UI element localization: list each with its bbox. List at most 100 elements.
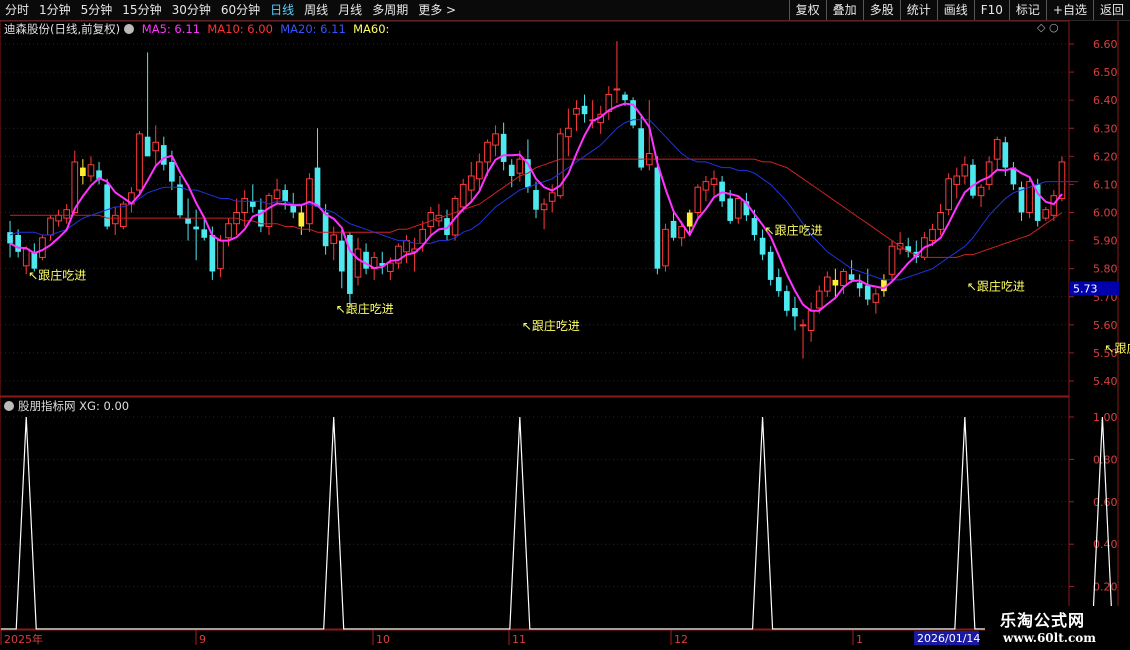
candle-body-up xyxy=(217,240,224,270)
candle-body-up xyxy=(119,203,127,228)
candle-body-up xyxy=(39,237,46,258)
brand-name: 乐淘公式网 xyxy=(1000,611,1086,630)
candle-body xyxy=(767,251,774,280)
candle-body xyxy=(282,190,288,202)
candle-body-up xyxy=(945,178,953,211)
candle-body xyxy=(160,145,167,165)
date-label: 9 xyxy=(199,633,206,646)
candle-body-up xyxy=(55,214,62,222)
candle-body xyxy=(322,212,329,247)
price-tick-label: 6.50 xyxy=(1093,66,1118,79)
signal-label: ↖跟庄吃进 xyxy=(336,301,394,316)
candle-body-up xyxy=(459,183,467,208)
candle-body-up xyxy=(961,164,969,177)
candle-body-up xyxy=(702,181,710,191)
candle-body-up xyxy=(136,133,143,191)
candle-body-up xyxy=(937,212,944,230)
candle-body-up xyxy=(492,133,499,146)
candle-body xyxy=(201,229,208,238)
candle-body xyxy=(249,201,256,207)
date-label: 11 xyxy=(512,633,526,646)
candle-body xyxy=(533,190,539,210)
indicator-tick-label: 0.60 xyxy=(1093,496,1118,509)
candle-body-up xyxy=(22,248,30,267)
candle-body-up xyxy=(1050,195,1058,216)
candle-body-up xyxy=(888,245,896,275)
candle-body xyxy=(80,167,86,176)
candle-body xyxy=(970,164,976,196)
candle-body xyxy=(298,212,305,227)
candle-body xyxy=(638,128,645,168)
candle-body xyxy=(185,218,191,224)
candle-body-up xyxy=(985,161,993,185)
candle-body-up xyxy=(516,158,524,174)
brand-url: www.60lt.com xyxy=(1003,631,1096,645)
candle-body xyxy=(759,237,766,255)
candle-body xyxy=(104,184,110,227)
candle-body-up xyxy=(330,234,338,244)
current-price-label: 5.73 xyxy=(1073,282,1098,295)
candle-body-up xyxy=(872,293,880,303)
candle-body-up xyxy=(953,175,961,185)
candle-body xyxy=(670,220,677,238)
candle-body-up xyxy=(734,197,742,219)
candle-body-up xyxy=(573,108,580,115)
candle-body-up xyxy=(710,178,718,185)
candle-body xyxy=(848,274,855,280)
candle-body-up xyxy=(823,276,831,292)
candle-body-up xyxy=(540,203,548,211)
candle-body-up xyxy=(694,186,702,214)
candle-body-up xyxy=(565,127,572,138)
candle-body xyxy=(500,133,507,162)
signal-label: ↖跟庄吃进 xyxy=(522,318,580,333)
candle-body-up xyxy=(613,88,621,91)
candle-body xyxy=(864,285,871,300)
price-tick-label: 5.90 xyxy=(1093,235,1118,248)
candle-body xyxy=(31,251,38,269)
indicator-tick-label: 0.20 xyxy=(1093,581,1118,594)
candle-body-up xyxy=(1042,209,1050,219)
candle-body xyxy=(15,234,21,252)
candle-body xyxy=(654,167,661,269)
indicator-tick-label: 1.00 xyxy=(1093,411,1118,424)
candle-body-up xyxy=(273,189,281,199)
candle-body xyxy=(314,167,321,207)
candle-body-up xyxy=(387,262,394,272)
candle-body xyxy=(581,105,588,115)
candle-body xyxy=(622,94,628,101)
candle-body xyxy=(209,234,216,272)
price-tick-label: 6.20 xyxy=(1093,150,1118,163)
candle-body-up xyxy=(47,217,54,236)
candle-body-up xyxy=(419,228,427,244)
candle-body xyxy=(832,279,839,286)
candle-body-up xyxy=(87,164,95,177)
current-date-label: 2026/01/14 xyxy=(917,632,980,645)
candle-body-up xyxy=(476,161,483,180)
candle-body xyxy=(775,277,782,292)
candle-body-up xyxy=(427,212,435,228)
candle-body-up xyxy=(678,226,685,239)
candle-body xyxy=(144,136,151,157)
signal-label: ↖跟庄吃进 xyxy=(765,223,823,238)
price-tick-label: 6.60 xyxy=(1093,38,1118,51)
candle-body-up xyxy=(467,175,475,191)
candle-body-up xyxy=(807,310,815,331)
candle-body-up xyxy=(111,214,119,225)
candle-body-up xyxy=(1058,161,1066,199)
price-tick-label: 6.10 xyxy=(1093,178,1118,191)
brand-watermark: 乐淘公式网 www.60lt.com xyxy=(985,606,1130,650)
candle-body-up xyxy=(977,186,985,197)
date-label: 2025年 xyxy=(4,632,43,646)
price-tick-label: 6.00 xyxy=(1093,207,1118,220)
candle-body xyxy=(1002,142,1009,168)
date-label: 10 xyxy=(376,633,390,646)
candle-body-up xyxy=(403,240,410,253)
candle-body xyxy=(177,184,183,216)
candle-body-up xyxy=(840,270,847,287)
candle-body-up xyxy=(799,324,807,327)
candle-body-up xyxy=(241,197,249,213)
price-tick-label: 6.30 xyxy=(1093,122,1118,135)
kline-chart[interactable]: 6.606.506.406.306.206.106.005.905.805.70… xyxy=(0,0,1130,650)
indicator-panel-frame xyxy=(0,396,1070,630)
candle-body-up xyxy=(152,141,160,152)
